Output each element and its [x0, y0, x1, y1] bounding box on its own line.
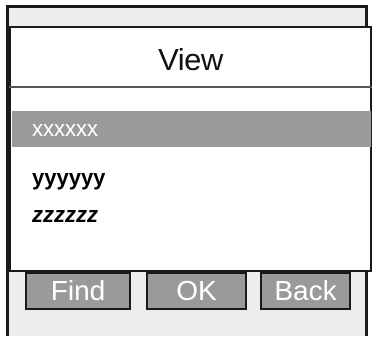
back-button[interactable]: Back: [260, 272, 351, 310]
list-item-xxxxxx[interactable]: xxxxxx: [12, 111, 371, 147]
find-button[interactable]: Find: [25, 272, 131, 310]
title-divider: [9, 86, 372, 88]
list-item-zzzzzz[interactable]: zzzzzz: [12, 197, 371, 233]
title-bar: View: [9, 26, 372, 88]
ok-button[interactable]: OK: [146, 272, 247, 310]
list-item-yyyyyy[interactable]: yyyyyy: [12, 160, 371, 196]
page-title: View: [158, 42, 223, 77]
